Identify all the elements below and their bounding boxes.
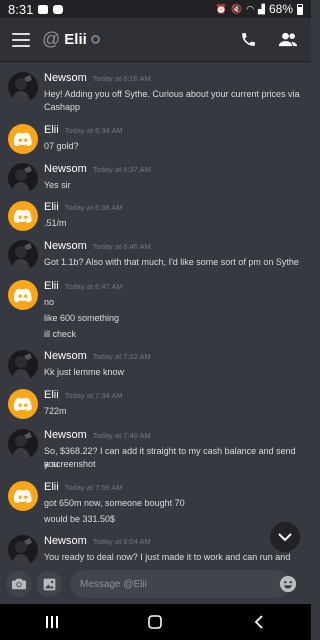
- message-author[interactable]: Newsom: [44, 72, 87, 84]
- offline-status-icon: [90, 35, 100, 44]
- battery-percent: 68%: [268, 2, 293, 16]
- message-author[interactable]: Elii: [44, 389, 59, 401]
- discord-logo-icon: [14, 132, 32, 146]
- hamburger-icon[interactable]: [12, 32, 30, 47]
- gallery-button[interactable]: [36, 571, 62, 597]
- home-icon: [148, 615, 163, 629]
- message-text: would be 331.50$: [44, 514, 116, 524]
- avatar[interactable]: [8, 481, 38, 511]
- message-timestamp: Today at 8:04 AM: [92, 537, 151, 546]
- message-timestamp: Today at 6:47 AM: [64, 282, 123, 291]
- avatar[interactable]: [8, 350, 38, 380]
- message-timestamp: Today at 6:38 AM: [64, 203, 123, 212]
- emoji-icon: [279, 575, 297, 593]
- image-icon: [43, 578, 55, 590]
- message-author[interactable]: Elii: [44, 481, 59, 493]
- message-text: 722m: [44, 406, 67, 416]
- message-text: Hey! Adding you off Sythe. Curious about…: [44, 89, 300, 99]
- message-timestamp: Today at 6:34 AM: [64, 126, 123, 135]
- message-composer: [0, 566, 311, 602]
- message-timestamp: Today at 7:59 AM: [64, 483, 123, 492]
- discord-logo-icon: [14, 397, 32, 411]
- scroll-to-bottom-button[interactable]: [270, 522, 300, 552]
- message-text: Got 1.1b? Also with that much, I'd like …: [44, 257, 299, 267]
- recent-apps-icon: [45, 616, 58, 628]
- camera-icon: [12, 578, 26, 590]
- at-icon: @: [42, 29, 61, 49]
- discord-logo-icon: [14, 209, 32, 223]
- avatar[interactable]: [8, 535, 38, 565]
- message-author[interactable]: Newsom: [44, 163, 87, 175]
- message-author[interactable]: Elii: [44, 124, 59, 136]
- message-author[interactable]: Newsom: [44, 240, 87, 252]
- message-timestamp: Today at 6:37 AM: [92, 165, 151, 174]
- message-author[interactable]: Newsom: [44, 535, 87, 547]
- camera-button[interactable]: [6, 571, 32, 597]
- message-text: 07 gold?: [44, 141, 79, 151]
- alarm-icon: ⏰: [215, 3, 227, 14]
- message-author[interactable]: Elii: [44, 280, 59, 292]
- phone-icon: [241, 33, 255, 46]
- avatar[interactable]: [8, 429, 38, 459]
- avatar[interactable]: [8, 124, 38, 154]
- message-list[interactable]: Newsom Today at 6:16 AM Hey! Adding you …: [0, 62, 311, 594]
- message-text: Yes sir: [44, 180, 71, 190]
- message-text: Cashapp: [44, 102, 81, 112]
- discord-logo-icon: [14, 489, 32, 503]
- members-icon: [278, 32, 298, 47]
- battery-icon: [297, 3, 303, 15]
- avatar[interactable]: [8, 389, 38, 419]
- back-button[interactable]: [239, 607, 279, 637]
- members-button[interactable]: [277, 29, 299, 51]
- status-bar: 8:31 ⏰ 🔇 ◠ ▟ 68%: [0, 0, 311, 18]
- android-nav-bar: [0, 604, 311, 640]
- mute-icon: 🔇: [230, 3, 243, 14]
- message-author[interactable]: Newsom: [44, 429, 87, 441]
- message-text: a screenshot: [44, 459, 96, 469]
- message-text: like 600 something: [44, 313, 120, 323]
- message-text: got 650m now, someone bought 70: [44, 498, 185, 508]
- discord-logo-icon: [14, 288, 32, 302]
- avatar[interactable]: [8, 280, 38, 310]
- emoji-button[interactable]: [277, 573, 299, 595]
- wifi-icon: ◠: [246, 3, 255, 14]
- call-button[interactable]: [237, 29, 259, 51]
- chevron-down-icon: [278, 532, 292, 541]
- message-timestamp: Today at 6:16 AM: [92, 74, 151, 83]
- message-text: ill check: [44, 329, 77, 339]
- signal-icon: ▟: [258, 3, 265, 14]
- avatar[interactable]: [8, 72, 38, 102]
- youtube-icon: [53, 4, 64, 14]
- home-button[interactable]: [135, 607, 175, 637]
- channel-header: @ Elii: [0, 18, 311, 62]
- avatar[interactable]: [8, 240, 38, 270]
- message-text: no: [44, 297, 55, 307]
- message-text: .51/m: [44, 218, 67, 228]
- back-icon: [254, 615, 263, 629]
- status-time: 8:31: [8, 1, 34, 17]
- recent-apps-button[interactable]: [32, 607, 72, 637]
- avatar[interactable]: [8, 201, 38, 231]
- message-input[interactable]: [70, 570, 290, 598]
- message-text: Kk just lemme know: [44, 367, 125, 377]
- avatar[interactable]: [8, 163, 38, 193]
- message-timestamp: Today at 7:40 AM: [92, 431, 151, 440]
- message-timestamp: Today at 7:22 AM: [92, 352, 151, 361]
- notification-icon: [38, 4, 49, 14]
- message-timestamp: Today at 6:46 AM: [92, 242, 151, 251]
- channel-name: Elii: [64, 31, 87, 48]
- message-author[interactable]: Elii: [44, 201, 59, 213]
- message-author[interactable]: Newsom: [44, 350, 87, 362]
- message-timestamp: Today at 7:34 AM: [64, 391, 123, 400]
